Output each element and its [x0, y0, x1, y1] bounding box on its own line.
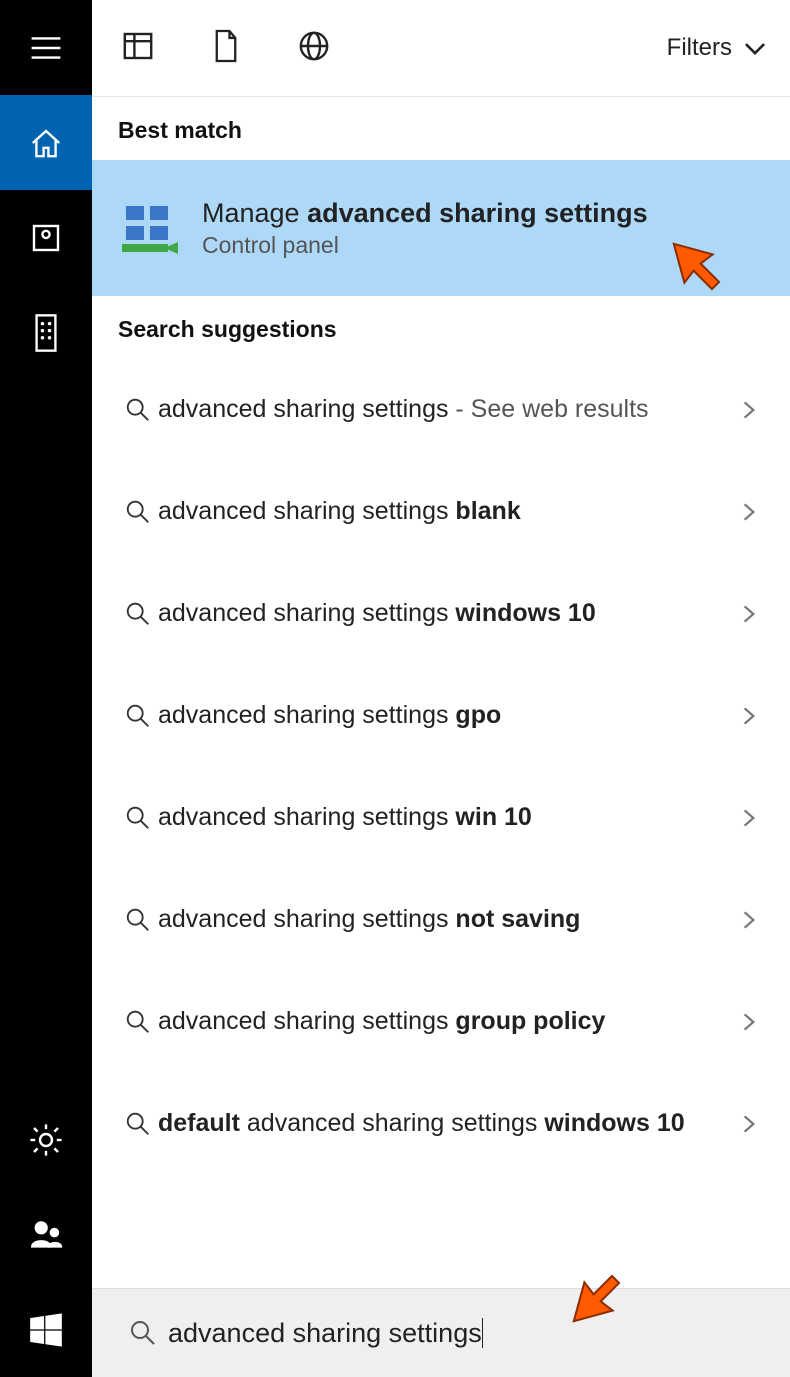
suggestion-item[interactable]: advanced sharing settings windows 10: [92, 563, 790, 665]
chevron-right-icon[interactable]: [734, 807, 764, 829]
search-box[interactable]: advanced sharing settings: [92, 1288, 790, 1377]
chevron-right-icon[interactable]: [734, 909, 764, 931]
settings-button[interactable]: [0, 1092, 92, 1187]
best-match-result[interactable]: Manage advanced sharing settings Control…: [92, 160, 790, 296]
suggestions-list: advanced sharing settings - See web resu…: [92, 359, 790, 1175]
globe-icon: [296, 28, 332, 64]
suggestion-text: advanced sharing settings blank: [158, 496, 734, 527]
suggestion-text: advanced sharing settings group policy: [158, 1006, 734, 1037]
chevron-right-icon[interactable]: [734, 1011, 764, 1033]
text-cursor: [482, 1318, 483, 1348]
search-icon: [118, 1318, 168, 1348]
start-button[interactable]: [0, 1282, 92, 1377]
suggestions-header: Search suggestions: [92, 296, 790, 359]
remote-icon: [34, 313, 58, 353]
suggestion-item[interactable]: advanced sharing settings win 10: [92, 767, 790, 869]
apps-filter[interactable]: [120, 28, 156, 69]
suggestion-text: advanced sharing settings windows 10: [158, 598, 734, 629]
suggestion-text: advanced sharing settings gpo: [158, 700, 734, 731]
home-button[interactable]: [0, 95, 92, 190]
chevron-right-icon[interactable]: [734, 501, 764, 523]
remote-button[interactable]: [0, 285, 92, 380]
suggestion-item[interactable]: advanced sharing settings group policy: [92, 971, 790, 1073]
suggestion-text: default advanced sharing settings window…: [158, 1108, 734, 1139]
suggestion-item[interactable]: advanced sharing settings - See web resu…: [92, 359, 790, 461]
suggestion-item[interactable]: advanced sharing settings gpo: [92, 665, 790, 767]
search-icon: [118, 1110, 158, 1138]
suggestion-text: advanced sharing settings not saving: [158, 904, 734, 935]
cortana-sidebar: [0, 0, 92, 1377]
photo-button[interactable]: [0, 190, 92, 285]
search-icon: [118, 702, 158, 730]
search-icon: [118, 600, 158, 628]
best-match-subtitle: Control panel: [202, 232, 648, 259]
search-icon: [118, 498, 158, 526]
gear-icon: [28, 1122, 64, 1158]
document-icon: [211, 27, 241, 65]
photo-icon: [28, 220, 64, 256]
home-icon: [28, 125, 64, 161]
hamburger-icon: [28, 30, 64, 66]
apps-icon: [120, 28, 156, 64]
chevron-right-icon[interactable]: [734, 399, 764, 421]
suggestion-item[interactable]: default advanced sharing settings window…: [92, 1073, 790, 1175]
suggestion-text: advanced sharing settings win 10: [158, 802, 734, 833]
windows-icon: [27, 1311, 65, 1349]
web-filter[interactable]: [296, 28, 332, 69]
best-match-title: Manage advanced sharing settings: [202, 197, 648, 229]
filter-bar: Filters: [92, 0, 790, 97]
control-panel-icon: [118, 196, 182, 260]
hamburger-button[interactable]: [0, 0, 92, 95]
search-query-text: advanced sharing settings: [168, 1318, 482, 1349]
filters-label: Filters: [667, 34, 732, 62]
filters-dropdown[interactable]: Filters: [667, 34, 768, 62]
search-icon: [118, 396, 158, 424]
best-match-header: Best match: [92, 97, 790, 160]
chevron-right-icon[interactable]: [734, 705, 764, 727]
account-icon: [28, 1217, 64, 1253]
search-icon: [118, 804, 158, 832]
chevron-down-icon: [742, 35, 768, 61]
suggestion-item[interactable]: advanced sharing settings blank: [92, 461, 790, 563]
feedback-button[interactable]: [0, 1187, 92, 1282]
chevron-right-icon[interactable]: [734, 603, 764, 625]
documents-filter[interactable]: [211, 27, 241, 70]
suggestion-text: advanced sharing settings - See web resu…: [158, 394, 734, 425]
search-results-panel: Filters Best match Manage advanced shari: [92, 0, 790, 1377]
search-icon: [118, 1008, 158, 1036]
search-icon: [118, 906, 158, 934]
suggestion-item[interactable]: advanced sharing settings not saving: [92, 869, 790, 971]
chevron-right-icon[interactable]: [734, 1113, 764, 1135]
